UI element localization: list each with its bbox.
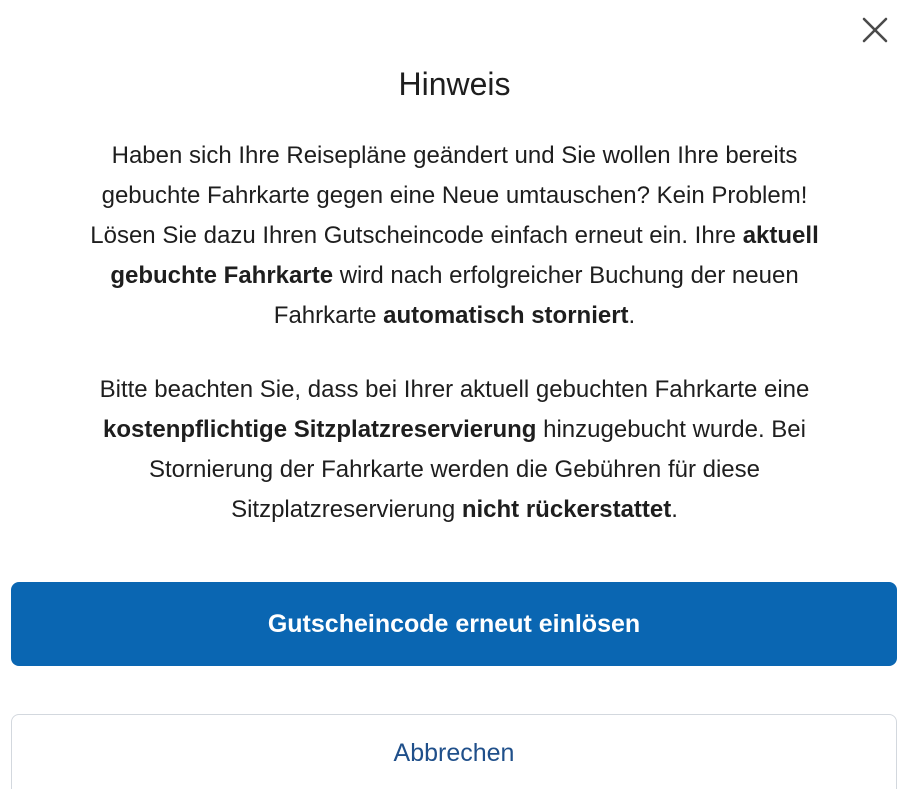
text-line: Bitte beachten Sie, dass bei Ihrer aktue… bbox=[99, 376, 810, 403]
text-line: Lösen Sie dazu Ihren Gutscheincode einfa… bbox=[90, 222, 743, 249]
close-button[interactable] bbox=[857, 12, 893, 48]
emphasis-text: nicht rückerstattet bbox=[461, 496, 672, 523]
cancel-button[interactable]: Abbrechen bbox=[11, 714, 897, 789]
text-line: Sitzplatzreservierung bbox=[231, 496, 462, 523]
emphasis-text: aktuell bbox=[742, 222, 819, 249]
text-line: . bbox=[628, 302, 636, 329]
text-line: . bbox=[671, 496, 678, 523]
emphasis-text: gebuchte Fahrkarte bbox=[110, 262, 334, 289]
emphasis-text: automatisch storniert bbox=[383, 302, 629, 329]
text-line: gebuchte Fahrkarte gegen eine Neue umtau… bbox=[101, 182, 808, 209]
emphasis-text: kostenpflichtige Sitzplatzreservierung bbox=[103, 416, 537, 443]
text-line: Haben sich Ihre Reisepläne geändert und … bbox=[111, 142, 798, 169]
info-paragraph-seat-reservation: Bitte beachten Sie, dass bei Ihrer aktue… bbox=[0, 370, 909, 530]
close-icon bbox=[862, 17, 888, 43]
redeem-voucher-button[interactable]: Gutscheincode erneut einlösen bbox=[11, 582, 897, 666]
text-line: Stornierung der Fahrkarte werden die Geb… bbox=[148, 456, 760, 483]
text-line: hinzugebucht wurde. Bei bbox=[536, 416, 806, 443]
info-paragraph-rebooking: Haben sich Ihre Reisepläne geändert und … bbox=[0, 136, 909, 336]
text-line: Fahrkarte bbox=[273, 302, 384, 329]
text-line: wird nach erfolgreicher Buchung der neue… bbox=[333, 262, 799, 289]
notice-dialog: Hinweis Haben sich Ihre Reisepläne geänd… bbox=[0, 0, 909, 789]
dialog-title: Hinweis bbox=[398, 66, 511, 102]
